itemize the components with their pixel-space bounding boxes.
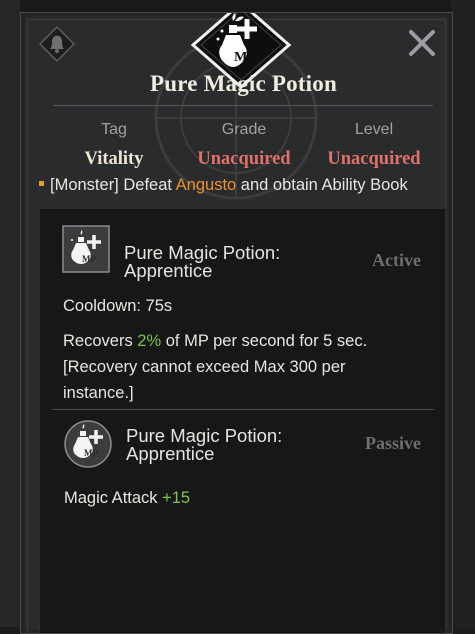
grade-header: Grade — [221, 121, 267, 138]
source-monster: Angusto — [175, 176, 237, 194]
skill-2-stat-label: Magic Attack — [64, 489, 163, 507]
skill-1-desc-line1: Recovers 2% of MP per second for 5 sec. — [63, 328, 403, 354]
skill-1-cooldown: Cooldown: 75s — [63, 297, 173, 315]
right-backdrop — [451, 0, 475, 627]
acquisition-source: [Monster] Defeat Angusto and obtain Abil… — [39, 176, 408, 195]
notification-button[interactable] — [33, 20, 81, 68]
source-prefix: [Monster] Defeat — [50, 176, 176, 194]
level-header: Level — [354, 121, 394, 138]
skill-1-desc-prefix: Recovers — [63, 332, 138, 350]
skill-1-desc-line2: [Recovery cannot exceed Max 300 per — [63, 358, 346, 376]
potion-icon: MP — [64, 420, 112, 468]
level-value: Unacquired — [327, 149, 421, 169]
skill-2-stat: Magic Attack +15 — [64, 485, 190, 511]
page-title: Pure Magic Potion — [150, 71, 337, 96]
skill-2-stat-value: +15 — [162, 489, 191, 507]
skill-1-description: Recovers 2% of MP per second for 5 sec. … — [63, 328, 403, 406]
source-suffix: and obtain Ability Book — [236, 176, 408, 194]
svg-text:MP: MP — [82, 254, 96, 264]
skill-2-name-line2: Apprentice — [126, 443, 215, 464]
tag-header: Tag — [101, 121, 127, 138]
skill-1-desc-line3: instance.] — [63, 384, 134, 402]
left-backdrop — [0, 0, 20, 627]
bell-icon — [38, 25, 76, 63]
skill-divider — [52, 409, 434, 410]
skill-2-type: Passive — [365, 433, 421, 453]
skill-1-desc-value: 2% — [137, 332, 162, 350]
grade-value: Unacquired — [197, 149, 291, 169]
title-divider — [53, 105, 433, 106]
close-icon — [409, 30, 435, 56]
close-button[interactable] — [402, 23, 442, 63]
skill-1-type: Active — [372, 250, 421, 270]
skill-1-name: Pure Magic Potion: Apprentice — [124, 243, 280, 281]
potion-icon: MP — [62, 225, 110, 273]
skill-1-name-line2: Apprentice — [124, 260, 213, 281]
svg-text:MP: MP — [234, 50, 256, 65]
skill-detail-panel: MP Pure Magic Potion Tag Grade Level Vit… — [20, 12, 453, 634]
skill-1-desc-suffix: of MP per second for 5 sec. — [161, 332, 368, 350]
bullet-icon — [39, 181, 44, 187]
svg-text:MP: MP — [84, 448, 98, 458]
tag-value: Vitality — [84, 149, 144, 169]
skill-list[interactable]: MP Pure Magic Potion: Apprentice Active … — [39, 208, 446, 633]
skill-2-name: Pure Magic Potion: Apprentice — [126, 426, 282, 464]
